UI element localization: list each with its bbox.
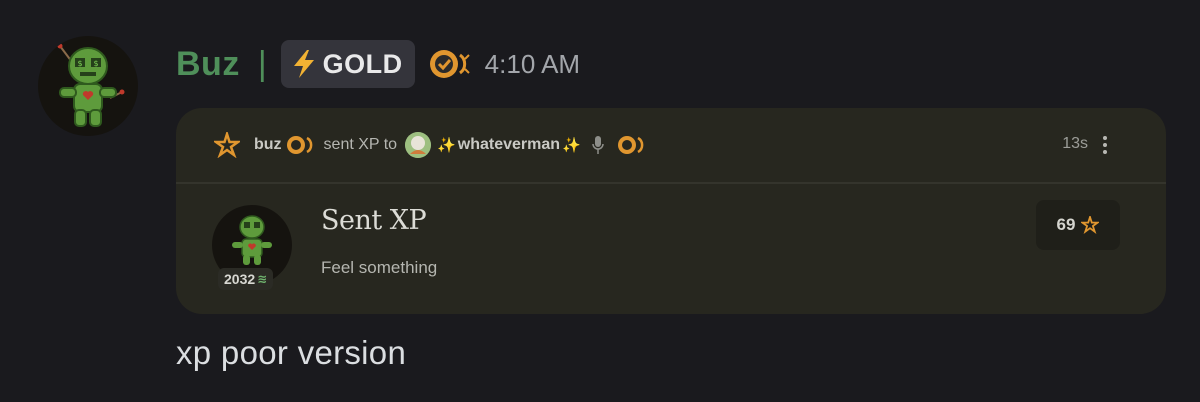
- recipient-name[interactable]: whateverman: [458, 136, 560, 154]
- voodoo-doll-icon: $ $: [57, 43, 125, 127]
- sparkle-icon: ✨: [437, 137, 456, 154]
- sender-badge-icon: [286, 136, 312, 154]
- role-tag-label: GOLD: [322, 48, 403, 79]
- embed-title: Sent XP: [321, 205, 427, 236]
- recipient-avatar[interactable]: [405, 132, 432, 158]
- timestamp[interactable]: 4:10 AM: [485, 49, 580, 80]
- xp-star-icon: [1081, 216, 1100, 234]
- action-text: sent XP to: [323, 136, 398, 153]
- message-content: xp poor version: [176, 334, 407, 371]
- role-tag[interactable]: GOLD: [280, 40, 415, 88]
- username[interactable]: Buz: [176, 45, 240, 84]
- xp-amount-value: 69: [1056, 215, 1076, 234]
- xp-amount-badge[interactable]: 69: [1036, 200, 1120, 250]
- recipient-badge-icon: [617, 136, 644, 154]
- level-badge: 2032 ≋: [218, 268, 274, 290]
- level-value: 2032: [224, 271, 256, 287]
- user-avatar[interactable]: $ $: [38, 36, 138, 136]
- embed-header: buz sent XP to ✨ whateverman ✨: [176, 108, 1166, 184]
- svg-text:$: $: [93, 59, 98, 68]
- level-icon: ≋: [257, 272, 268, 286]
- message-header: Buz | GOLD 4:10 AM: [176, 38, 580, 90]
- sender-name[interactable]: buz: [254, 136, 282, 154]
- recipient-avatar-icon: [405, 132, 432, 158]
- name-separator: |: [257, 44, 267, 83]
- svg-text:$: $: [77, 59, 82, 68]
- more-options-icon[interactable]: [1102, 136, 1108, 156]
- time-ago: 13s: [1062, 135, 1088, 152]
- lightning-bolt-icon: [293, 50, 314, 78]
- gold-badge-icon[interactable]: [427, 47, 473, 81]
- chat-message: $ $ Buz | GOLD 4:10 AM buz sent XP to ✨ …: [0, 0, 1200, 402]
- sparkle-icon: ✨: [562, 137, 581, 154]
- xp-star-icon: [214, 132, 240, 158]
- xp-embed-card: buz sent XP to ✨ whateverman ✨ 13s 2032 …: [176, 108, 1166, 314]
- embed-subtitle: Feel something: [321, 258, 438, 277]
- microphone-icon: [591, 136, 604, 154]
